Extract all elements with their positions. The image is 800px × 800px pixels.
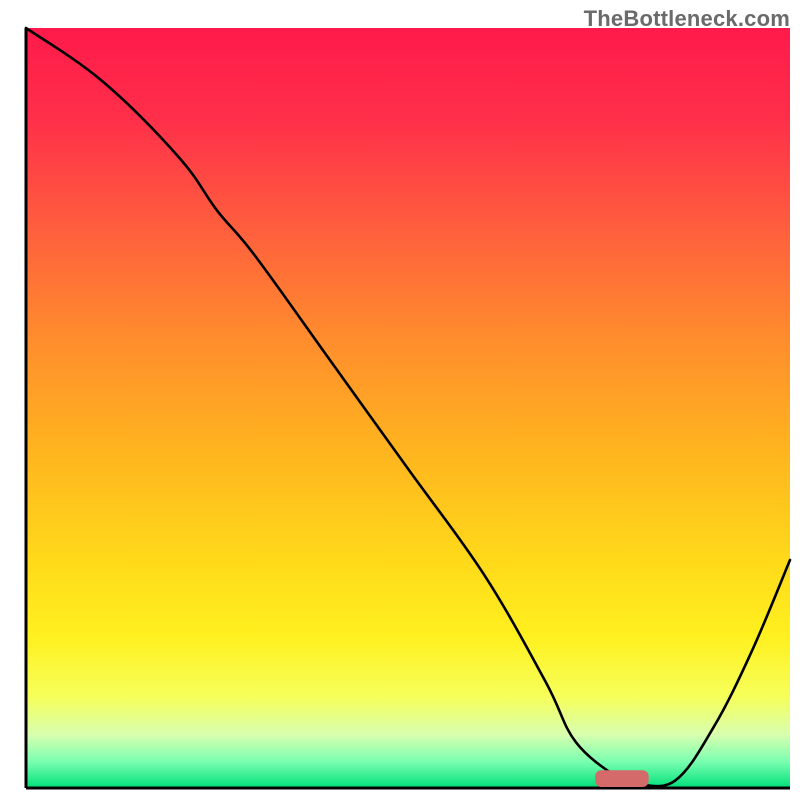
bottleneck-chart	[0, 0, 800, 800]
optimal-marker	[595, 770, 648, 787]
watermark-text: TheBottleneck.com	[584, 6, 790, 32]
chart-container: TheBottleneck.com	[0, 0, 800, 800]
plot-background	[26, 28, 790, 788]
